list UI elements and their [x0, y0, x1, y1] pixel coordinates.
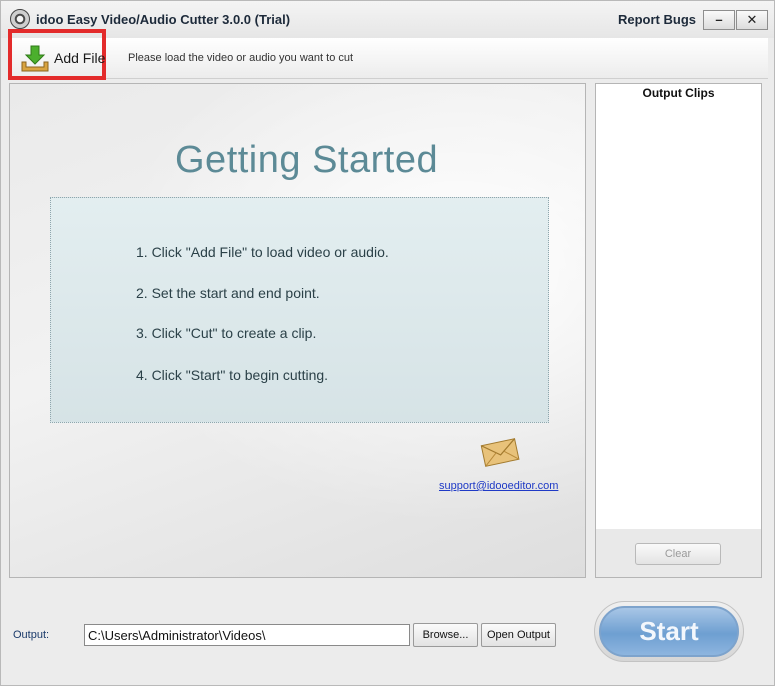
toolbar [9, 38, 768, 79]
close-button[interactable]: ✕ [736, 10, 768, 30]
step-1: 1. Click "Add File" to load video or aud… [136, 244, 389, 260]
report-bugs-link[interactable]: Report Bugs [618, 12, 696, 27]
output-clips-list[interactable] [596, 84, 761, 529]
step-4: 4. Click "Start" to begin cutting. [136, 367, 329, 383]
title-bar: idoo Easy Video/Audio Cutter 3.0.0 (Tria… [1, 1, 774, 38]
support-email-link[interactable]: support@idooeditor.com [439, 480, 558, 492]
browse-button[interactable]: Browse... [413, 623, 478, 647]
clear-button[interactable]: Clear [635, 543, 721, 565]
minimize-button[interactable]: – [703, 10, 735, 30]
envelope-icon [480, 438, 520, 467]
output-clips-title: Output Clips [642, 86, 715, 100]
add-file-label: Add File [54, 50, 106, 66]
output-path-field[interactable] [84, 624, 410, 646]
open-output-button[interactable]: Open Output [481, 623, 556, 647]
steps-box [50, 197, 549, 423]
start-button[interactable]: Start [599, 606, 739, 657]
step-3: 3. Click "Cut" to create a clip. [136, 325, 317, 341]
film-reel-icon [10, 9, 30, 29]
load-hint: Please load the video or audio you want … [128, 52, 354, 64]
app-title: idoo Easy Video/Audio Cutter 3.0.0 (Tria… [36, 12, 291, 27]
getting-started-heading: Getting Started [175, 139, 439, 181]
app-window: idoo Easy Video/Audio Cutter 3.0.0 (Tria… [0, 0, 775, 686]
add-file-button[interactable]: Add File [14, 39, 106, 75]
output-label: Output: [13, 629, 50, 641]
step-2: 2. Set the start and end point. [136, 285, 320, 301]
download-arrow-icon [21, 45, 49, 72]
